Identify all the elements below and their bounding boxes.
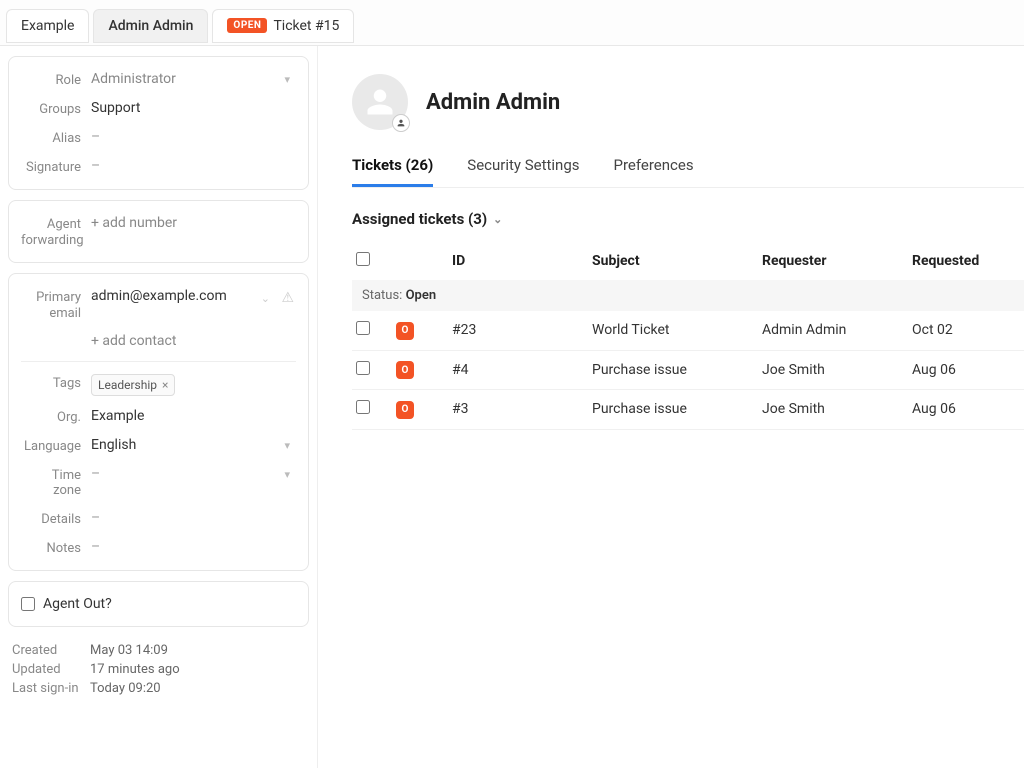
- row-checkbox[interactable]: [356, 361, 370, 375]
- row-checkbox[interactable]: [356, 400, 370, 414]
- cell-requested: Aug 06: [912, 401, 1024, 417]
- user-name: Admin Admin: [426, 90, 560, 115]
- status-badge-open: O: [396, 401, 414, 419]
- col-requester[interactable]: Requester: [762, 253, 912, 269]
- agent-out-label: Agent Out?: [43, 596, 112, 612]
- content-tabs: Tickets (26) Security Settings Preferenc…: [352, 150, 1024, 188]
- tab-example[interactable]: Example: [6, 9, 89, 43]
- signin-value: Today 09:20: [90, 681, 161, 696]
- col-id[interactable]: ID: [452, 253, 592, 269]
- org-value[interactable]: Example: [91, 408, 296, 424]
- card-profile-basic: Role Administrator Groups Support Alias …: [8, 56, 309, 190]
- status-badge-open: O: [396, 322, 414, 340]
- add-contact-link[interactable]: + add contact: [91, 333, 296, 349]
- cell-requested: Oct 02: [912, 322, 1024, 338]
- alias-label: Alias: [21, 129, 91, 146]
- cell-requested: Aug 06: [912, 362, 1024, 378]
- created-value: May 03 14:09: [90, 643, 168, 658]
- tags-value[interactable]: Leadership ×: [91, 374, 296, 396]
- card-agent-out: Agent Out?: [8, 581, 309, 627]
- sidebar: Role Administrator Groups Support Alias …: [0, 46, 318, 768]
- card-contact: Primary email admin@example.com ⌄ ⚠︎ + a…: [8, 273, 309, 571]
- details-label: Details: [21, 510, 91, 527]
- status-group-row[interactable]: Status: Open: [352, 280, 1024, 311]
- top-tabs-bar: Example Admin Admin OPEN Ticket #15: [0, 0, 1024, 46]
- role-label: Role: [21, 71, 91, 88]
- open-badge: OPEN: [227, 18, 267, 33]
- tab-label: Ticket #15: [273, 18, 339, 34]
- ticket-table: ID Subject Requester Requested Updated S…: [352, 242, 1024, 430]
- tab-admin-admin[interactable]: Admin Admin: [93, 9, 208, 43]
- signature-value[interactable]: –: [91, 158, 296, 174]
- tag-chip-leadership[interactable]: Leadership ×: [91, 374, 175, 396]
- cell-requester: Joe Smith: [762, 362, 912, 378]
- cell-id: #3: [452, 401, 592, 417]
- timezone-select[interactable]: –: [91, 466, 296, 482]
- alias-value[interactable]: –: [91, 129, 296, 145]
- remove-tag-icon[interactable]: ×: [162, 378, 168, 392]
- col-requested[interactable]: Requested: [912, 253, 1024, 269]
- agent-out-toggle[interactable]: Agent Out?: [21, 596, 296, 612]
- role-select[interactable]: Administrator: [91, 71, 296, 87]
- cell-requester: Admin Admin: [762, 322, 912, 338]
- tags-label: Tags: [21, 374, 91, 391]
- add-number-link[interactable]: + add number: [91, 215, 296, 231]
- table-row[interactable]: O #23 World Ticket Admin Admin Oct 02 17…: [352, 311, 1024, 351]
- status-badge-open: O: [396, 361, 414, 379]
- avatar-badge-icon: [392, 114, 410, 132]
- table-row[interactable]: O #3 Purchase issue Joe Smith Aug 06 Aug…: [352, 390, 1024, 430]
- select-all-checkbox[interactable]: [356, 252, 370, 266]
- tab-label: Admin Admin: [108, 18, 193, 34]
- notes-value[interactable]: –: [91, 539, 296, 555]
- created-label: Created: [12, 643, 90, 658]
- updated-label: Updated: [12, 662, 90, 677]
- signature-label: Signature: [21, 158, 91, 175]
- user-header: Admin Admin: [352, 74, 1024, 130]
- tab-tickets[interactable]: Tickets (26): [352, 150, 433, 187]
- tab-label: Example: [21, 18, 74, 34]
- chevron-down-icon[interactable]: ⌄: [261, 292, 270, 305]
- cell-id: #23: [452, 322, 592, 338]
- cell-subject: Purchase issue: [592, 401, 762, 417]
- signin-label: Last sign-in: [12, 681, 90, 696]
- avatar[interactable]: [352, 74, 408, 130]
- content-area: Admin Admin Tickets (26) Security Settin…: [318, 46, 1024, 768]
- notes-label: Notes: [21, 539, 91, 556]
- primary-email-label: Primary email: [21, 288, 91, 321]
- cell-requester: Joe Smith: [762, 401, 912, 417]
- cell-subject: Purchase issue: [592, 362, 762, 378]
- language-label: Language: [21, 437, 91, 454]
- tab-security-settings[interactable]: Security Settings: [467, 150, 579, 187]
- card-agent-forwarding: Agent forwarding + add number: [8, 200, 309, 263]
- warning-icon: ⚠︎: [281, 290, 294, 306]
- agent-forwarding-label: Agent forwarding: [21, 215, 91, 248]
- agent-out-checkbox[interactable]: [21, 597, 35, 611]
- meta-block: Created May 03 14:09 Updated 17 minutes …: [8, 637, 309, 706]
- person-icon: [365, 87, 395, 117]
- cell-id: #4: [452, 362, 592, 378]
- cell-subject: World Ticket: [592, 322, 762, 338]
- groups-label: Groups: [21, 100, 91, 117]
- tab-ticket-15[interactable]: OPEN Ticket #15: [212, 9, 354, 43]
- primary-email-value[interactable]: admin@example.com ⌄ ⚠︎: [91, 288, 296, 304]
- updated-value: 17 minutes ago: [90, 662, 180, 677]
- col-subject[interactable]: Subject: [592, 253, 762, 269]
- table-header: ID Subject Requester Requested Updated: [352, 242, 1024, 280]
- row-checkbox[interactable]: [356, 321, 370, 335]
- org-label: Org.: [21, 408, 91, 425]
- tab-preferences[interactable]: Preferences: [614, 150, 694, 187]
- language-select[interactable]: English: [91, 437, 296, 453]
- table-row[interactable]: O #4 Purchase issue Joe Smith Aug 06 Aug…: [352, 351, 1024, 391]
- groups-value[interactable]: Support: [91, 100, 296, 116]
- timezone-label: Time zone: [21, 466, 91, 498]
- details-value[interactable]: –: [91, 510, 296, 526]
- assigned-tickets-header[interactable]: Assigned tickets (3) ⌄: [352, 210, 1024, 228]
- chevron-down-icon: ⌄: [493, 213, 502, 226]
